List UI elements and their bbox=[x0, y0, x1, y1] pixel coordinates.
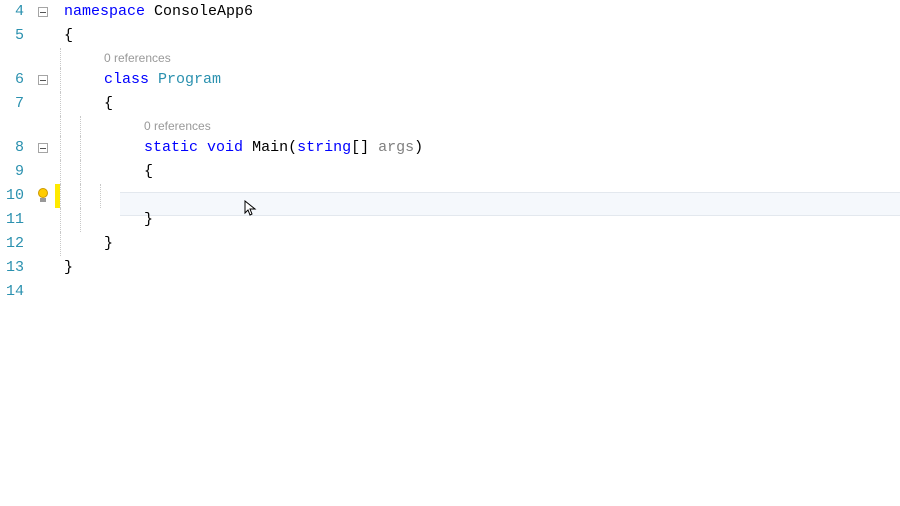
code-editor[interactable]: 4 5 6 7 8 9 10 11 12 13 14 bbox=[0, 0, 900, 506]
fold-toggle-icon[interactable] bbox=[38, 7, 48, 17]
brace: { bbox=[104, 95, 113, 112]
brackets: [] bbox=[351, 139, 378, 156]
method-name: Main bbox=[252, 139, 288, 156]
paren: ( bbox=[288, 139, 297, 156]
fold-toggle-icon[interactable] bbox=[38, 75, 48, 85]
fold-toggle-icon[interactable] bbox=[38, 143, 48, 153]
brace: { bbox=[144, 163, 153, 180]
line-number: 4 bbox=[0, 0, 24, 24]
codelens-line: 0 references bbox=[100, 48, 900, 68]
code-line[interactable]: namespace ConsoleApp6 bbox=[60, 0, 900, 24]
code-area[interactable]: namespace ConsoleApp6 { 0 references cla… bbox=[120, 0, 900, 506]
codelens-link[interactable]: 0 references bbox=[104, 51, 171, 65]
brace: } bbox=[104, 235, 113, 252]
line-number: 9 bbox=[0, 160, 24, 184]
codelens-line: 0 references bbox=[140, 116, 900, 136]
type-name: Program bbox=[158, 71, 221, 88]
indent-guide bbox=[60, 0, 80, 506]
code-line[interactable]: } bbox=[60, 256, 900, 280]
brace: } bbox=[64, 259, 73, 276]
brace: } bbox=[144, 211, 153, 228]
paren: ) bbox=[414, 139, 423, 156]
code-line[interactable]: { bbox=[60, 24, 900, 48]
keyword: string bbox=[297, 139, 351, 156]
indent-guide bbox=[80, 0, 100, 506]
line-number bbox=[0, 116, 24, 136]
line-number bbox=[0, 48, 24, 68]
code-line[interactable]: { bbox=[100, 92, 900, 116]
line-number: 11 bbox=[0, 208, 24, 232]
brace: { bbox=[64, 27, 73, 44]
line-number: 6 bbox=[0, 68, 24, 92]
codelens-link[interactable]: 0 references bbox=[144, 119, 211, 133]
keyword: namespace bbox=[64, 3, 145, 20]
line-number: 13 bbox=[0, 256, 24, 280]
identifier: ConsoleApp6 bbox=[154, 3, 253, 20]
change-indicator bbox=[55, 184, 60, 208]
keyword: class bbox=[104, 71, 149, 88]
code-line[interactable]: static void Main(string[] args) bbox=[140, 136, 900, 160]
parameter: args bbox=[378, 139, 414, 156]
line-number: 8 bbox=[0, 136, 24, 160]
line-number: 10 bbox=[0, 184, 24, 208]
glyph-margin bbox=[30, 0, 60, 506]
code-line[interactable]: } bbox=[140, 208, 900, 232]
code-line[interactable]: { bbox=[140, 160, 900, 184]
line-number: 5 bbox=[0, 24, 24, 48]
line-number: 12 bbox=[0, 232, 24, 256]
line-number: 14 bbox=[0, 280, 24, 304]
line-number: 7 bbox=[0, 92, 24, 116]
code-line[interactable]: class Program bbox=[100, 68, 900, 92]
code-line[interactable] bbox=[180, 184, 900, 208]
keyword: static bbox=[144, 139, 198, 156]
keyword: void bbox=[207, 139, 243, 156]
line-number-gutter: 4 5 6 7 8 9 10 11 12 13 14 bbox=[0, 0, 30, 506]
code-line[interactable]: } bbox=[100, 232, 900, 256]
code-line[interactable] bbox=[120, 280, 900, 304]
lightbulb-icon[interactable] bbox=[36, 188, 50, 204]
